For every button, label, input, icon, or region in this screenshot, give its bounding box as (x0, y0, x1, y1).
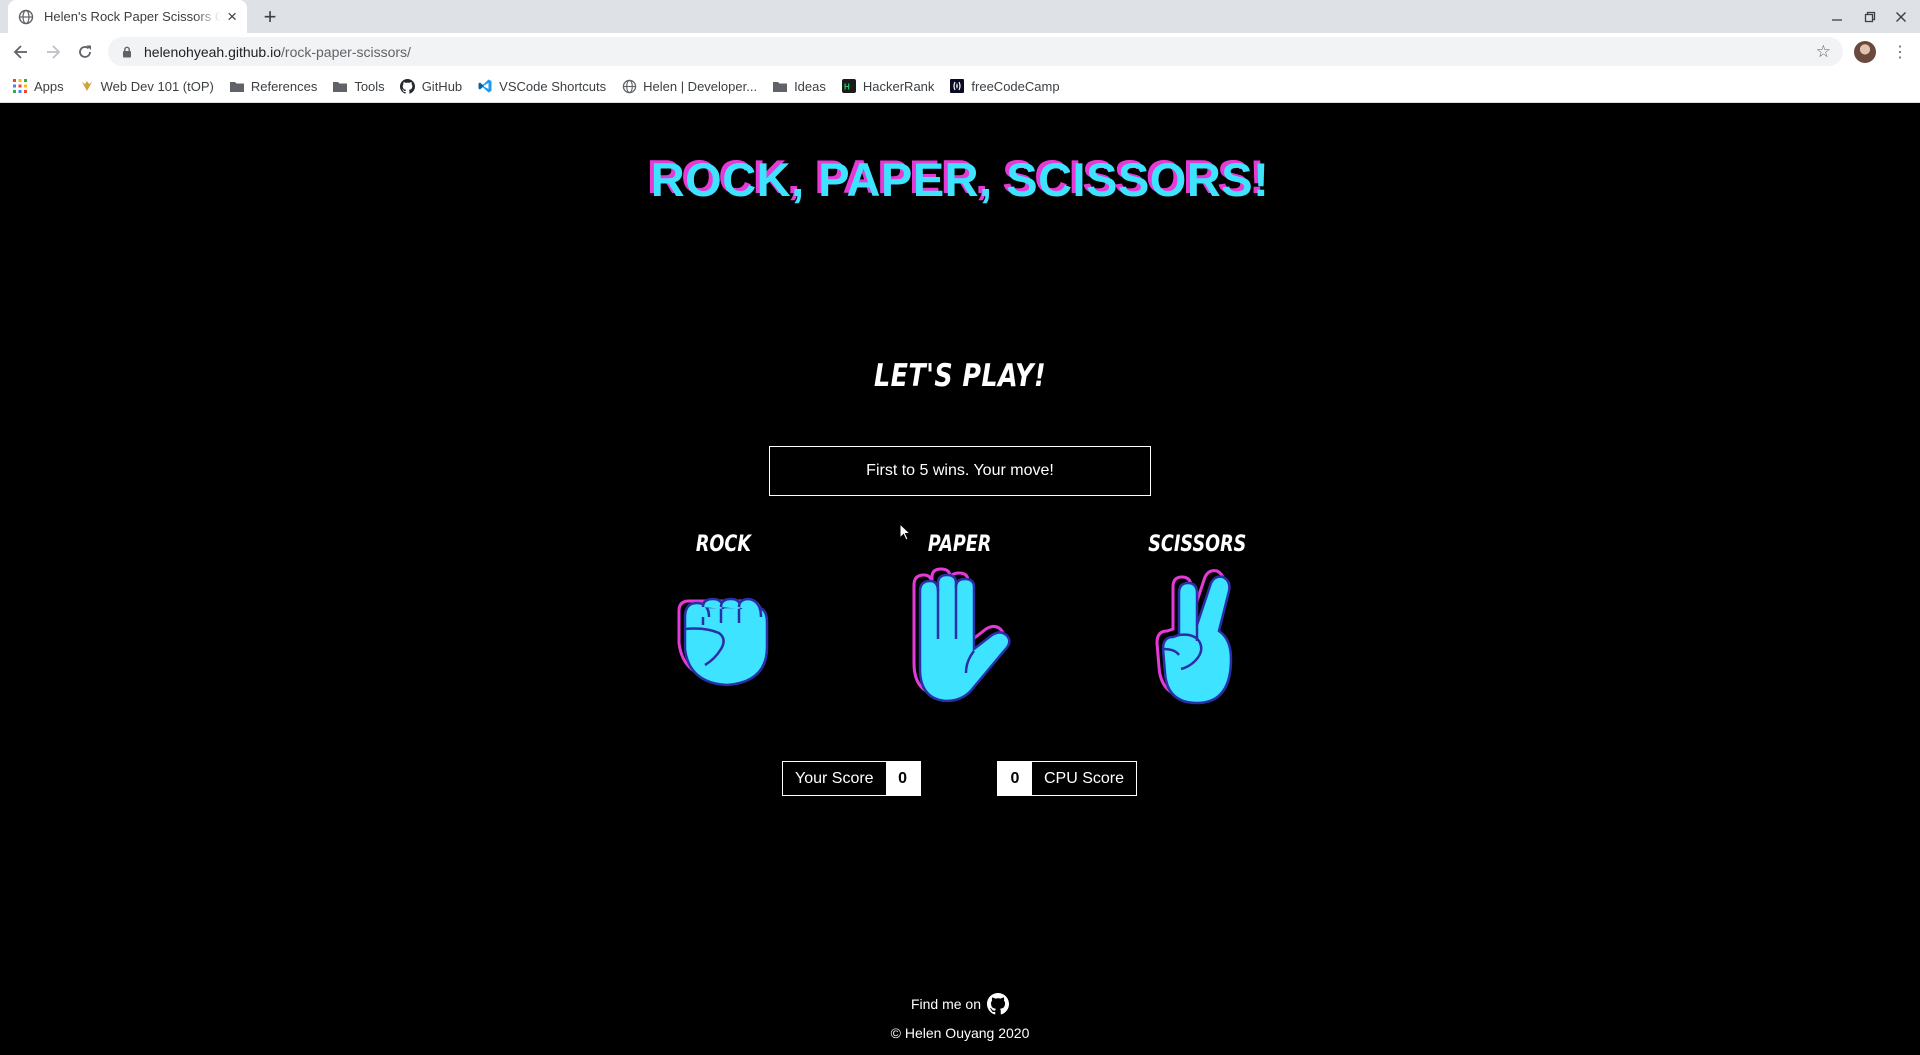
freecodecamp-icon (949, 78, 965, 94)
lock-icon[interactable] (122, 46, 132, 58)
bookmark-github[interactable]: GitHub (400, 78, 462, 94)
cpu-score-label: CPU Score (1044, 769, 1125, 787)
bookmark-references[interactable]: References (229, 78, 317, 94)
odin-icon (79, 78, 95, 94)
browser-tab[interactable]: Helen's Rock Paper Scissors Game × (8, 0, 247, 33)
reload-icon[interactable] (72, 39, 98, 65)
choice-label-paper: PAPER (928, 532, 992, 557)
choice-scissors[interactable]: SCISSORS (1117, 532, 1277, 709)
github-link[interactable] (987, 993, 1010, 1015)
bookmark-label: Web Dev 101 (tOP) (100, 78, 214, 94)
bookmark-label: Tools (354, 78, 385, 94)
browser-toolbar: helenohyeah.github.io/rock-paper-scissor… (0, 33, 1920, 70)
bookmark-apps[interactable]: Apps (12, 78, 64, 94)
copyright-text: © Helen Ouyang 2020 (890, 1025, 1030, 1041)
bookmark-label: GitHub (421, 78, 463, 94)
find-me-text: Find me on (910, 996, 982, 1012)
bookmark-web-dev-101[interactable]: Web Dev 101 (tOP) (79, 78, 214, 94)
bookmark-vscode-shortcuts[interactable]: VSCode Shortcuts (477, 78, 606, 94)
hackerrank-icon: H (841, 78, 857, 94)
url-path: /rock-paper-scissors/ (281, 43, 411, 60)
bookmark-label: freeCodeCamp (971, 78, 1060, 94)
bookmark-label: Ideas (794, 78, 826, 94)
bookmark-hackerrank[interactable]: H HackerRank (841, 78, 935, 94)
page-title: ROCK, PAPER, SCISSORS! (650, 153, 1270, 206)
bookmark-label: Helen | Developer... (643, 78, 758, 94)
back-icon[interactable] (8, 39, 34, 65)
address-bar[interactable]: helenohyeah.github.io/rock-paper-scissor… (108, 37, 1843, 66)
choice-label-rock: ROCK (695, 532, 751, 557)
bookmark-label: HackerRank (862, 78, 935, 94)
mouse-cursor-icon (899, 523, 911, 541)
rock-fist-icon[interactable] (673, 575, 773, 687)
folder-icon (229, 78, 245, 94)
bookmark-helen-developer[interactable]: Helen | Developer... (621, 78, 757, 94)
close-window-icon[interactable] (1886, 0, 1916, 33)
bookmarks-bar: Apps Web Dev 101 (tOP) References Tools … (0, 70, 1920, 103)
folder-icon (772, 78, 788, 94)
bookmark-star-icon[interactable]: ☆ (1816, 43, 1831, 60)
your-score-value: 0 (885, 762, 920, 795)
bookmark-freecodecamp[interactable]: freeCodeCamp (949, 78, 1060, 94)
cpu-score-value: 0 (998, 762, 1032, 795)
globe-icon (621, 78, 637, 94)
your-score-label: Your Score (795, 769, 874, 787)
bookmark-label: References (250, 78, 318, 94)
bookmark-label: Apps (34, 78, 64, 94)
forward-icon[interactable] (40, 39, 66, 65)
vscode-icon (477, 78, 493, 94)
bookmark-tools[interactable]: Tools (332, 78, 385, 94)
game-page: ROCK, PAPER, SCISSORS! LET'S PLAY! First… (0, 104, 1920, 1055)
tab-close-icon[interactable]: × (227, 8, 237, 25)
your-score-box: Your Score 0 (782, 761, 921, 796)
footer: Find me on © Helen Ouyang 2020 (0, 993, 1920, 1041)
github-icon[interactable] (987, 993, 1010, 1015)
bookmark-ideas[interactable]: Ideas (772, 78, 826, 94)
url-host: helenohyeah.github.io (144, 43, 282, 60)
minimize-icon[interactable] (1822, 0, 1852, 33)
apps-grid-icon (12, 78, 28, 94)
lets-play-heading: LET'S PLAY! (874, 358, 1046, 394)
choice-paper[interactable]: PAPER (880, 532, 1040, 707)
tab-title: Helen's Rock Paper Scissors Game (44, 9, 222, 24)
new-tab-button[interactable]: + (256, 4, 284, 29)
globe-icon (18, 9, 34, 25)
choice-rock[interactable]: ROCK (643, 532, 803, 687)
folder-icon (332, 78, 348, 94)
paper-hand-icon[interactable] (904, 567, 1016, 707)
menu-icon[interactable]: ⋮ (1890, 41, 1910, 63)
cpu-score-box: 0 CPU Score (997, 761, 1138, 796)
github-icon (400, 78, 416, 94)
game-message: First to 5 wins. Your move! (769, 446, 1151, 496)
bookmark-label: VSCode Shortcuts (499, 78, 607, 94)
tab-strip: Helen's Rock Paper Scissors Game × + (0, 0, 1920, 33)
profile-avatar[interactable] (1854, 41, 1876, 63)
scissors-peace-icon[interactable] (1147, 567, 1247, 709)
choice-label-scissors: SCISSORS (1147, 532, 1247, 557)
restore-icon[interactable] (1855, 0, 1885, 33)
svg-text:H: H (844, 83, 850, 92)
